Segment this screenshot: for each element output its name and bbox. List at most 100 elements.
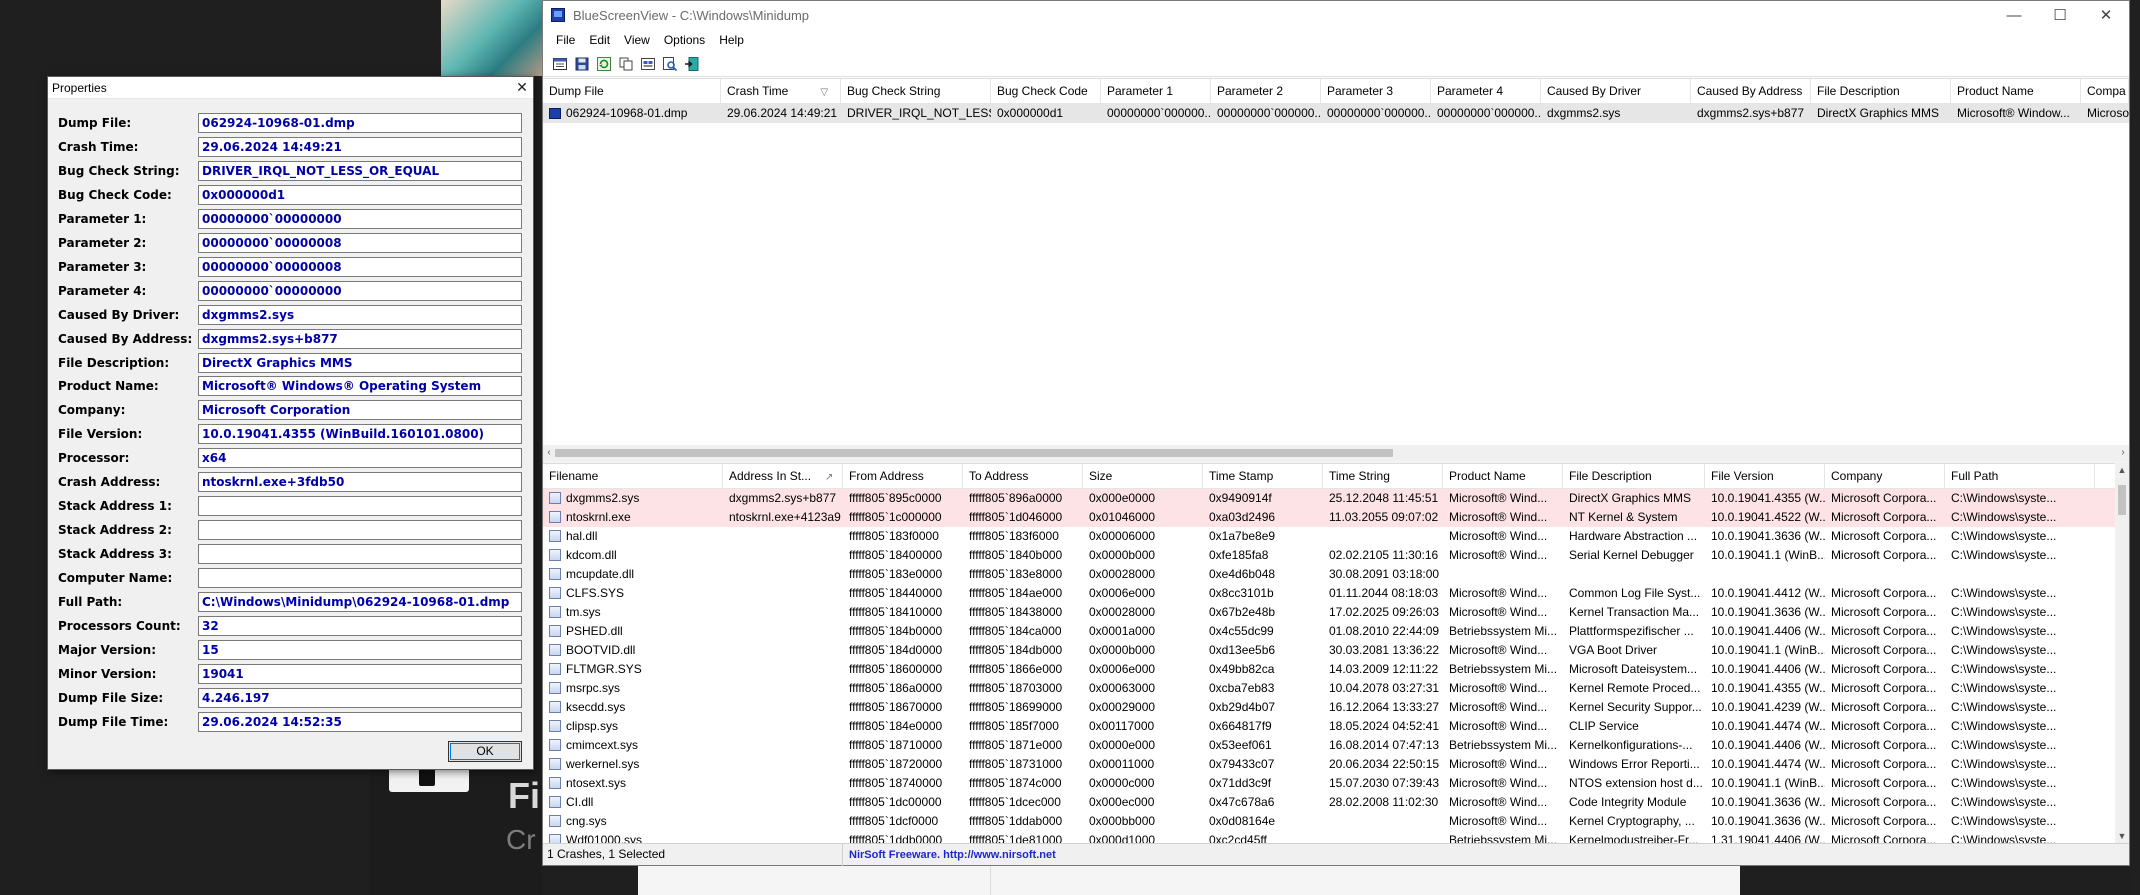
- col-file-description[interactable]: File Description: [1811, 79, 1951, 104]
- module-row[interactable]: ntosext.sys fffff805`18740000 fffff805`187…: [543, 774, 2115, 793]
- module-row[interactable]: msrpc.sys fffff805`186a0000 fffff805`18703…: [543, 679, 2115, 698]
- module-row[interactable]: FLTMGR.SYS fffff805`18600000 fffff805`1866…: [543, 660, 2115, 679]
- scroll-right-icon[interactable]: ›: [2117, 445, 2129, 461]
- properties-icon[interactable]: [551, 55, 569, 73]
- module-row[interactable]: cmimcext.sys fffff805`18710000 fffff805`18…: [543, 736, 2115, 755]
- col-bug-check-string[interactable]: Bug Check String: [841, 79, 991, 104]
- copy-icon[interactable]: [617, 55, 635, 73]
- module-row[interactable]: CI.dll fffff805`1dc00000 fffff805`1dcec000…: [543, 793, 2115, 812]
- module-row[interactable]: tm.sys fffff805`18410000 fffff805`18438000…: [543, 603, 2115, 622]
- col-bug-check-code[interactable]: Bug Check Code: [991, 79, 1101, 104]
- module-row[interactable]: clipsp.sys fffff805`184e0000 fffff805`185f…: [543, 717, 2115, 736]
- module-row[interactable]: hal.dll fffff805`183f0000 fffff805`183f600…: [543, 527, 2115, 546]
- property-value-field[interactable]: 00000000`00000008: [198, 232, 522, 253]
- property-value-field[interactable]: 00000000`00000008: [198, 256, 522, 277]
- col-to-address[interactable]: To Address: [963, 464, 1083, 489]
- scroll-down-icon[interactable]: ▼: [2115, 829, 2129, 843]
- crash-list[interactable]: Dump File Crash Time ▽ Bug Check String B…: [543, 78, 2129, 445]
- module-row[interactable]: BOOTVID.dll fffff805`184d0000 fffff805`184…: [543, 641, 2115, 660]
- titlebar[interactable]: BlueScreenView - C:\Windows\Minidump — ☐…: [543, 1, 2129, 29]
- horizontal-scrollbar[interactable]: ‹ ›: [543, 445, 2129, 461]
- properties-titlebar[interactable]: Properties ✕: [48, 77, 533, 99]
- col-caused-by-driver[interactable]: Caused By Driver: [1541, 79, 1691, 104]
- module-row[interactable]: kdcom.dll fffff805`18400000 fffff805`1840b…: [543, 546, 2115, 565]
- col-size[interactable]: Size: [1083, 464, 1203, 489]
- col-company[interactable]: Compa: [2081, 79, 2129, 104]
- vertical-scrollbar[interactable]: ▲ ▼: [2115, 463, 2129, 843]
- module-row[interactable]: ksecdd.sys fffff805`18670000 fffff805`1869…: [543, 698, 2115, 717]
- col-parameter-2[interactable]: Parameter 2: [1211, 79, 1321, 104]
- nirsoft-link[interactable]: NirSoft Freeware. http://www.nirsoft.net: [843, 849, 1056, 861]
- module-row[interactable]: mcupdate.dll fffff805`183e0000 fffff805`18…: [543, 565, 2115, 584]
- properties-close-icon[interactable]: ✕: [511, 79, 533, 96]
- col-dump-file[interactable]: Dump File: [543, 79, 721, 104]
- property-value-field[interactable]: 29.06.2024 14:52:35: [198, 711, 522, 732]
- property-value-field[interactable]: ntoskrnl.exe+3fdb50: [198, 472, 522, 493]
- property-value-field[interactable]: [198, 568, 522, 589]
- property-value-field[interactable]: 10.0.19041.4355 (WinBuild.160101.0800): [198, 424, 522, 445]
- property-value-field[interactable]: dxgmms2.sys: [198, 304, 522, 325]
- module-row[interactable]: dxgmms2.sys dxgmms2.sys+b877 fffff805`895c…: [543, 489, 2115, 508]
- module-row[interactable]: ntoskrnl.exe ntoskrnl.exe+4123a9 fffff805`…: [543, 508, 2115, 527]
- col-full-path[interactable]: Full Path: [1945, 464, 2095, 489]
- menu-file[interactable]: File: [549, 33, 582, 47]
- find-icon[interactable]: [661, 55, 679, 73]
- options-icon[interactable]: [639, 55, 657, 73]
- module-row[interactable]: PSHED.dll fffff805`184b0000 fffff805`184ca…: [543, 622, 2115, 641]
- col-company[interactable]: Company: [1825, 464, 1945, 489]
- property-value-field[interactable]: 4.246.197: [198, 687, 522, 708]
- module-row[interactable]: werkernel.sys fffff805`18720000 fffff805`1…: [543, 755, 2115, 774]
- minimize-button[interactable]: —: [1991, 1, 2037, 29]
- menu-edit[interactable]: Edit: [582, 33, 617, 47]
- col-time-stamp[interactable]: Time Stamp: [1203, 464, 1323, 489]
- col-crash-time[interactable]: Crash Time ▽: [721, 79, 841, 104]
- scroll-left-icon[interactable]: ‹: [543, 445, 555, 461]
- col-file-description[interactable]: File Description: [1563, 464, 1705, 489]
- col-caused-by-address[interactable]: Caused By Address: [1691, 79, 1811, 104]
- col-product-name[interactable]: Product Name: [1951, 79, 2081, 104]
- property-value-field[interactable]: [198, 544, 522, 565]
- module-row[interactable]: Wdf01000.sys fffff805`1ddb0000 fffff805`1d…: [543, 831, 2115, 843]
- property-value-field[interactable]: [198, 496, 522, 517]
- col-address-in-stack[interactable]: Address In St... ↗: [723, 464, 843, 489]
- ok-button[interactable]: OK: [448, 741, 522, 762]
- col-from-address[interactable]: From Address: [843, 464, 963, 489]
- property-value-field[interactable]: 32: [198, 615, 522, 636]
- property-value-field[interactable]: DirectX Graphics MMS: [198, 352, 522, 373]
- col-parameter-4[interactable]: Parameter 4: [1431, 79, 1541, 104]
- col-time-string[interactable]: Time String: [1323, 464, 1443, 489]
- menu-help[interactable]: Help: [712, 33, 751, 47]
- property-value-field[interactable]: 19041: [198, 663, 522, 684]
- crash-row[interactable]: 062924-10968-01.dmp 29.06.2024 14:49:21 …: [543, 104, 2129, 123]
- property-value-field[interactable]: x64: [198, 448, 522, 469]
- property-value-field[interactable]: 0x000000d1: [198, 184, 522, 205]
- col-filename[interactable]: Filename: [543, 464, 723, 489]
- col-product-name[interactable]: Product Name: [1443, 464, 1563, 489]
- col-file-version[interactable]: File Version: [1705, 464, 1825, 489]
- property-value-field[interactable]: 00000000`00000000: [198, 208, 522, 229]
- refresh-icon[interactable]: [595, 55, 613, 73]
- exit-icon[interactable]: [683, 55, 701, 73]
- menu-options[interactable]: Options: [657, 33, 712, 47]
- property-value-field[interactable]: Microsoft Corporation: [198, 400, 522, 421]
- horizontal-scroll-thumb[interactable]: [555, 449, 1393, 457]
- menu-view[interactable]: View: [617, 33, 657, 47]
- module-row[interactable]: cng.sys fffff805`1dcf0000 fffff805`1ddab00…: [543, 812, 2115, 831]
- property-value-field[interactable]: 062924-10968-01.dmp: [198, 113, 522, 133]
- col-parameter-1[interactable]: Parameter 1: [1101, 79, 1211, 104]
- property-value-field[interactable]: 15: [198, 639, 522, 660]
- property-value-field[interactable]: [198, 520, 522, 541]
- scroll-up-icon[interactable]: ▲: [2115, 463, 2129, 477]
- property-value-field[interactable]: dxgmms2.sys+b877: [198, 328, 522, 349]
- col-parameter-3[interactable]: Parameter 3: [1321, 79, 1431, 104]
- property-value-field[interactable]: Microsoft® Windows® Operating System: [198, 376, 522, 397]
- property-value-field[interactable]: C:\Windows\Minidump\062924-10968-01.dmp: [198, 592, 522, 612]
- property-value-field[interactable]: 29.06.2024 14:49:21: [198, 136, 522, 157]
- maximize-button[interactable]: ☐: [2037, 1, 2083, 29]
- vertical-scroll-thumb[interactable]: [2118, 485, 2126, 515]
- module-list[interactable]: Filename Address In St... ↗ From Address …: [543, 463, 2115, 843]
- close-button[interactable]: ✕: [2083, 1, 2129, 29]
- property-value-field[interactable]: 00000000`00000000: [198, 280, 522, 301]
- module-row[interactable]: CLFS.SYS fffff805`18440000 fffff805`184ae0…: [543, 584, 2115, 603]
- property-value-field[interactable]: DRIVER_IRQL_NOT_LESS_OR_EQUAL: [198, 160, 522, 181]
